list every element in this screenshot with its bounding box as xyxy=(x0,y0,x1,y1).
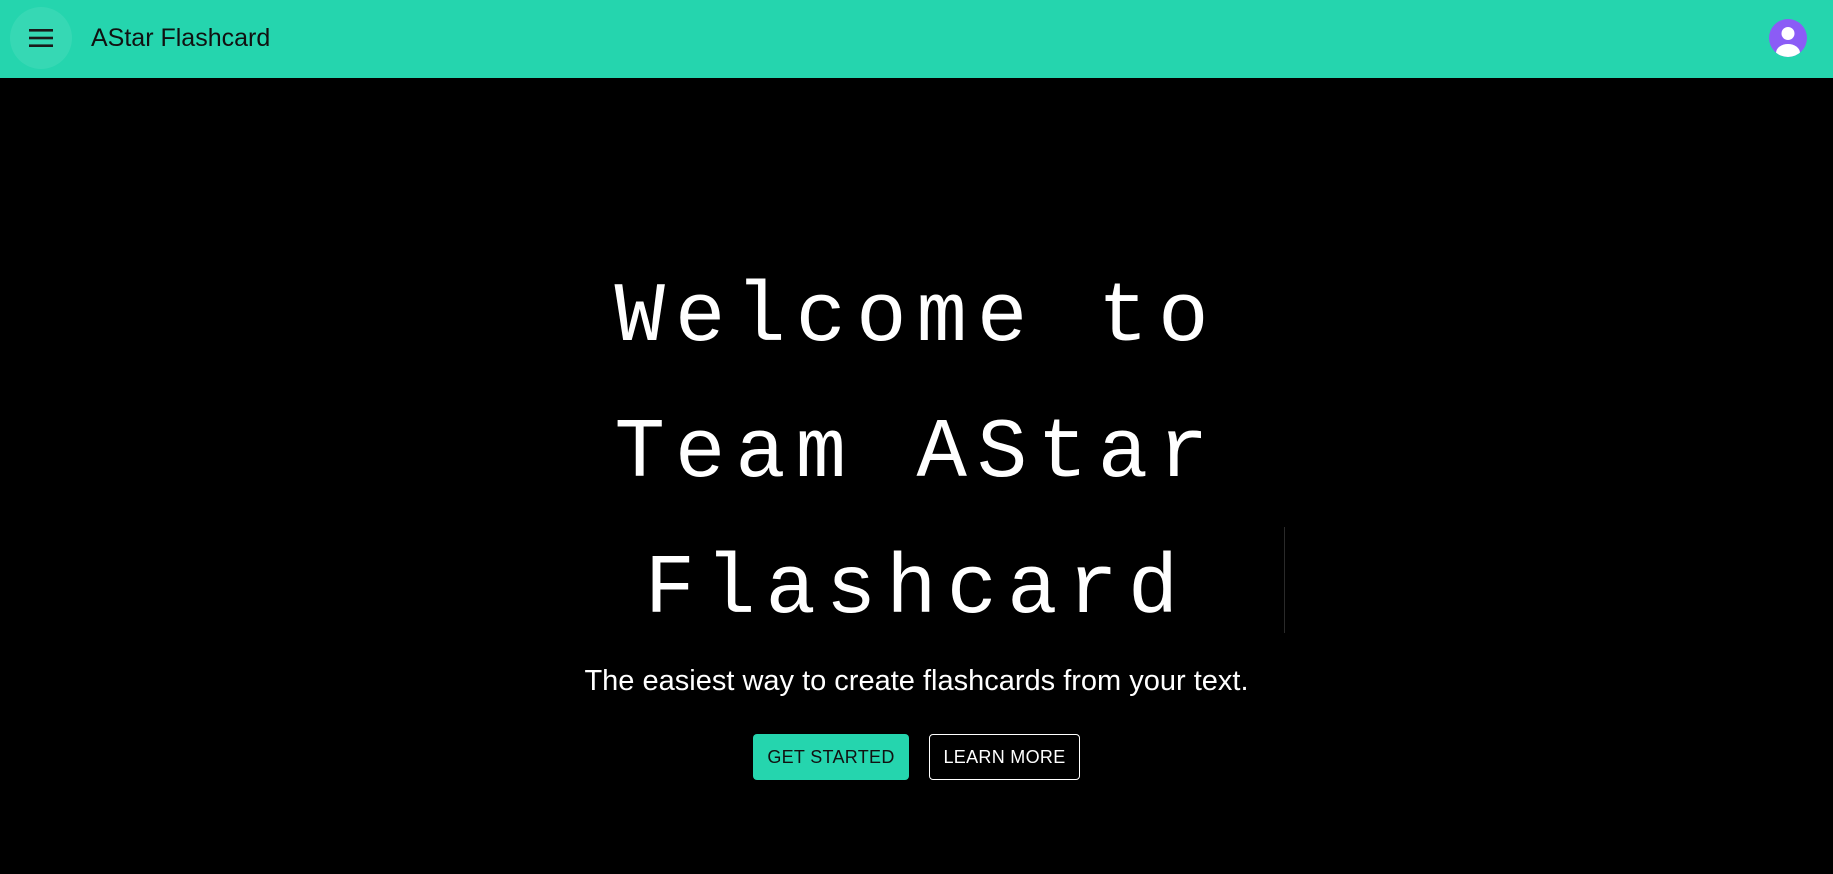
hero-title-line-3: Flashcard xyxy=(644,543,1189,638)
user-avatar-icon xyxy=(1769,19,1807,57)
hero-actions: GET STARTED LEARN MORE xyxy=(753,734,1080,780)
hero-title: Welcome to Team AStar Flashcard xyxy=(0,251,1833,659)
hero-subtitle: The easiest way to create flashcards fro… xyxy=(584,665,1249,697)
app-title: AStar Flashcard xyxy=(91,24,271,52)
user-avatar-button[interactable] xyxy=(1769,19,1807,57)
typing-cursor xyxy=(1284,527,1285,633)
hamburger-menu-icon xyxy=(28,28,54,48)
hero-title-line-1: Welcome to xyxy=(614,271,1219,366)
app-bar: AStar Flashcard xyxy=(0,0,1833,78)
get-started-button[interactable]: GET STARTED xyxy=(753,734,909,780)
hero-section: Welcome to Team AStar Flashcard The easi… xyxy=(0,78,1833,874)
hero-title-line-2: Team AStar xyxy=(614,407,1219,502)
menu-button[interactable] xyxy=(10,7,72,69)
learn-more-button[interactable]: LEARN MORE xyxy=(929,734,1080,780)
